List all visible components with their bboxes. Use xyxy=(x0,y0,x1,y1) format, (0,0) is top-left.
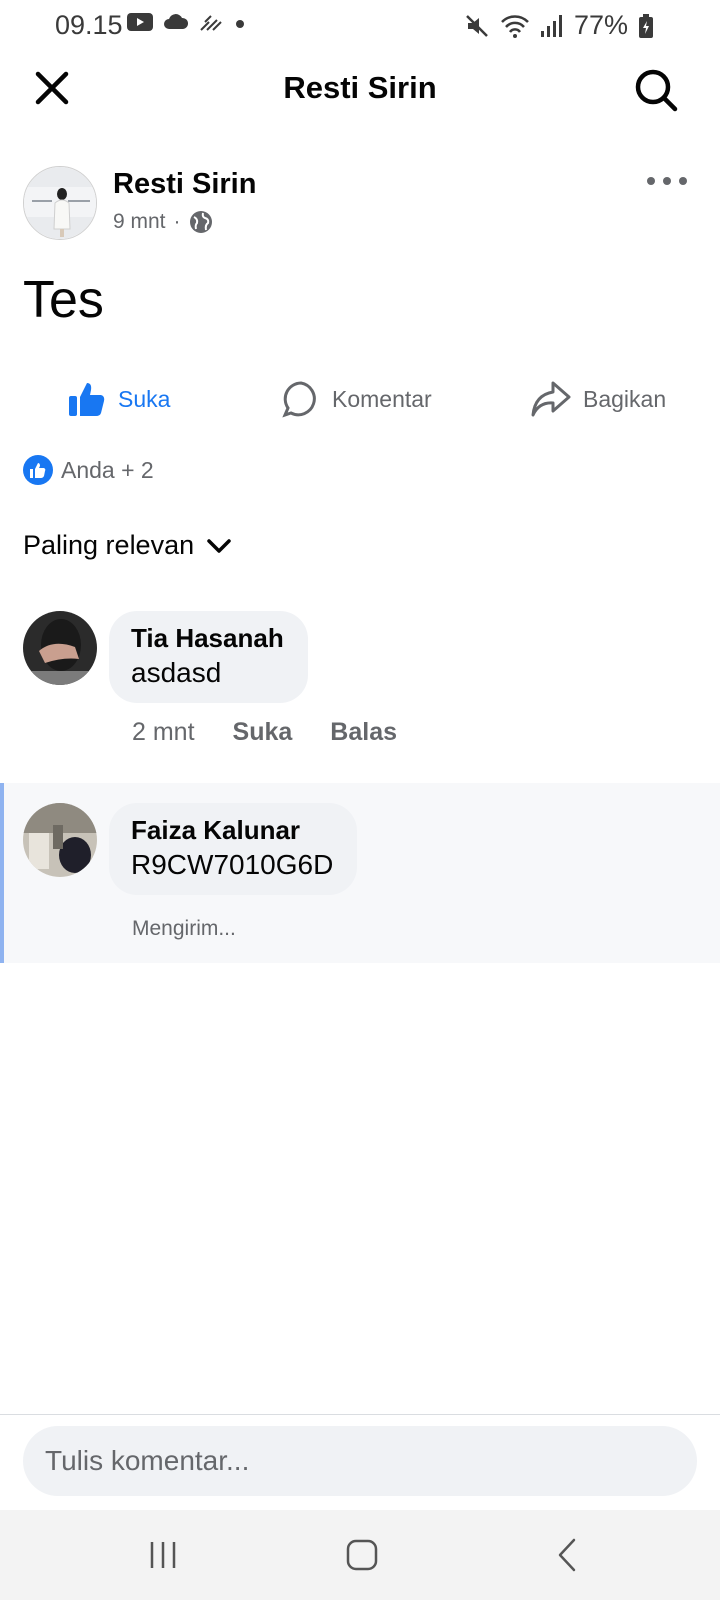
globe-icon xyxy=(189,211,212,233)
search-icon[interactable] xyxy=(632,66,680,114)
cloud-icon xyxy=(164,14,189,29)
post-meta: 9 mnt · xyxy=(113,210,213,234)
status-bar: 09.15 77% xyxy=(0,0,720,52)
comment-text: R9CW7010G6D xyxy=(131,849,334,880)
commenter-avatar[interactable] xyxy=(23,611,97,685)
battery-percent: 77% xyxy=(573,10,628,40)
comment-button[interactable]: Komentar xyxy=(282,380,432,418)
reactions-text: Anda + 2 xyxy=(61,456,154,483)
comment-reply-button[interactable]: Balas xyxy=(330,718,397,747)
comment-input[interactable] xyxy=(23,1426,697,1496)
status-time: 09.15 xyxy=(55,10,123,40)
sort-dropdown[interactable]: Paling relevan xyxy=(23,530,232,561)
like-button[interactable]: Suka xyxy=(68,380,170,418)
comment-actions: 2 mnt Suka Balas xyxy=(132,718,397,747)
battery-icon xyxy=(639,13,653,38)
comment-label: Komentar xyxy=(332,385,432,412)
wifi-icon xyxy=(501,14,529,38)
post-author-avatar[interactable] xyxy=(23,166,97,240)
page-title: Resti Sirin xyxy=(283,70,437,105)
like-reaction-icon xyxy=(23,455,53,485)
share-button[interactable]: Bagikan xyxy=(531,380,666,418)
post-author-name[interactable]: Resti Sirin xyxy=(113,168,256,201)
system-nav-bar xyxy=(0,1510,720,1600)
screen: 09.15 77% Resti Sirin Resti Sirin 9 mnt … xyxy=(0,0,720,1600)
comment-text: asdasd xyxy=(131,657,222,688)
signal-lines-icon xyxy=(200,15,222,31)
back-icon[interactable] xyxy=(548,1535,588,1575)
sort-label: Paling relevan xyxy=(23,530,195,560)
share-icon xyxy=(531,381,571,417)
dot-icon xyxy=(236,20,244,28)
cellular-icon xyxy=(540,14,562,37)
divider xyxy=(0,1414,720,1415)
youtube-icon xyxy=(127,13,153,31)
like-label: Suka xyxy=(118,385,171,412)
more-options-icon[interactable] xyxy=(646,172,688,190)
pending-comment xyxy=(0,783,720,963)
comment-like-button[interactable]: Suka xyxy=(233,718,293,747)
commenter-name[interactable]: Tia Hasanah xyxy=(131,621,284,655)
comment-icon xyxy=(282,381,316,418)
chevron-down-icon xyxy=(207,538,231,553)
comment-time: 2 mnt xyxy=(132,718,195,746)
home-icon[interactable] xyxy=(342,1535,382,1575)
post-time: 9 mnt xyxy=(113,210,166,233)
post-text: Tes xyxy=(23,271,104,329)
sending-status: Mengirim... xyxy=(132,917,236,940)
share-label: Bagikan xyxy=(583,385,667,412)
reactions-summary[interactable]: Anda + 2 xyxy=(23,455,154,485)
status-right: 77% xyxy=(464,10,654,41)
mute-icon xyxy=(466,14,488,37)
comment-bubble[interactable]: Faiza Kalunar R9CW7010G6D xyxy=(109,803,358,895)
top-bar: Resti Sirin xyxy=(0,58,720,122)
meta-separator: · xyxy=(173,210,181,233)
recent-apps-icon[interactable] xyxy=(143,1535,183,1575)
commenter-name[interactable]: Faiza Kalunar xyxy=(131,813,333,847)
status-left-icons xyxy=(127,12,247,32)
comment-bubble[interactable]: Tia Hasanah asdasd xyxy=(109,611,308,703)
commenter-avatar[interactable] xyxy=(23,803,97,877)
thumbs-up-icon xyxy=(69,383,105,416)
